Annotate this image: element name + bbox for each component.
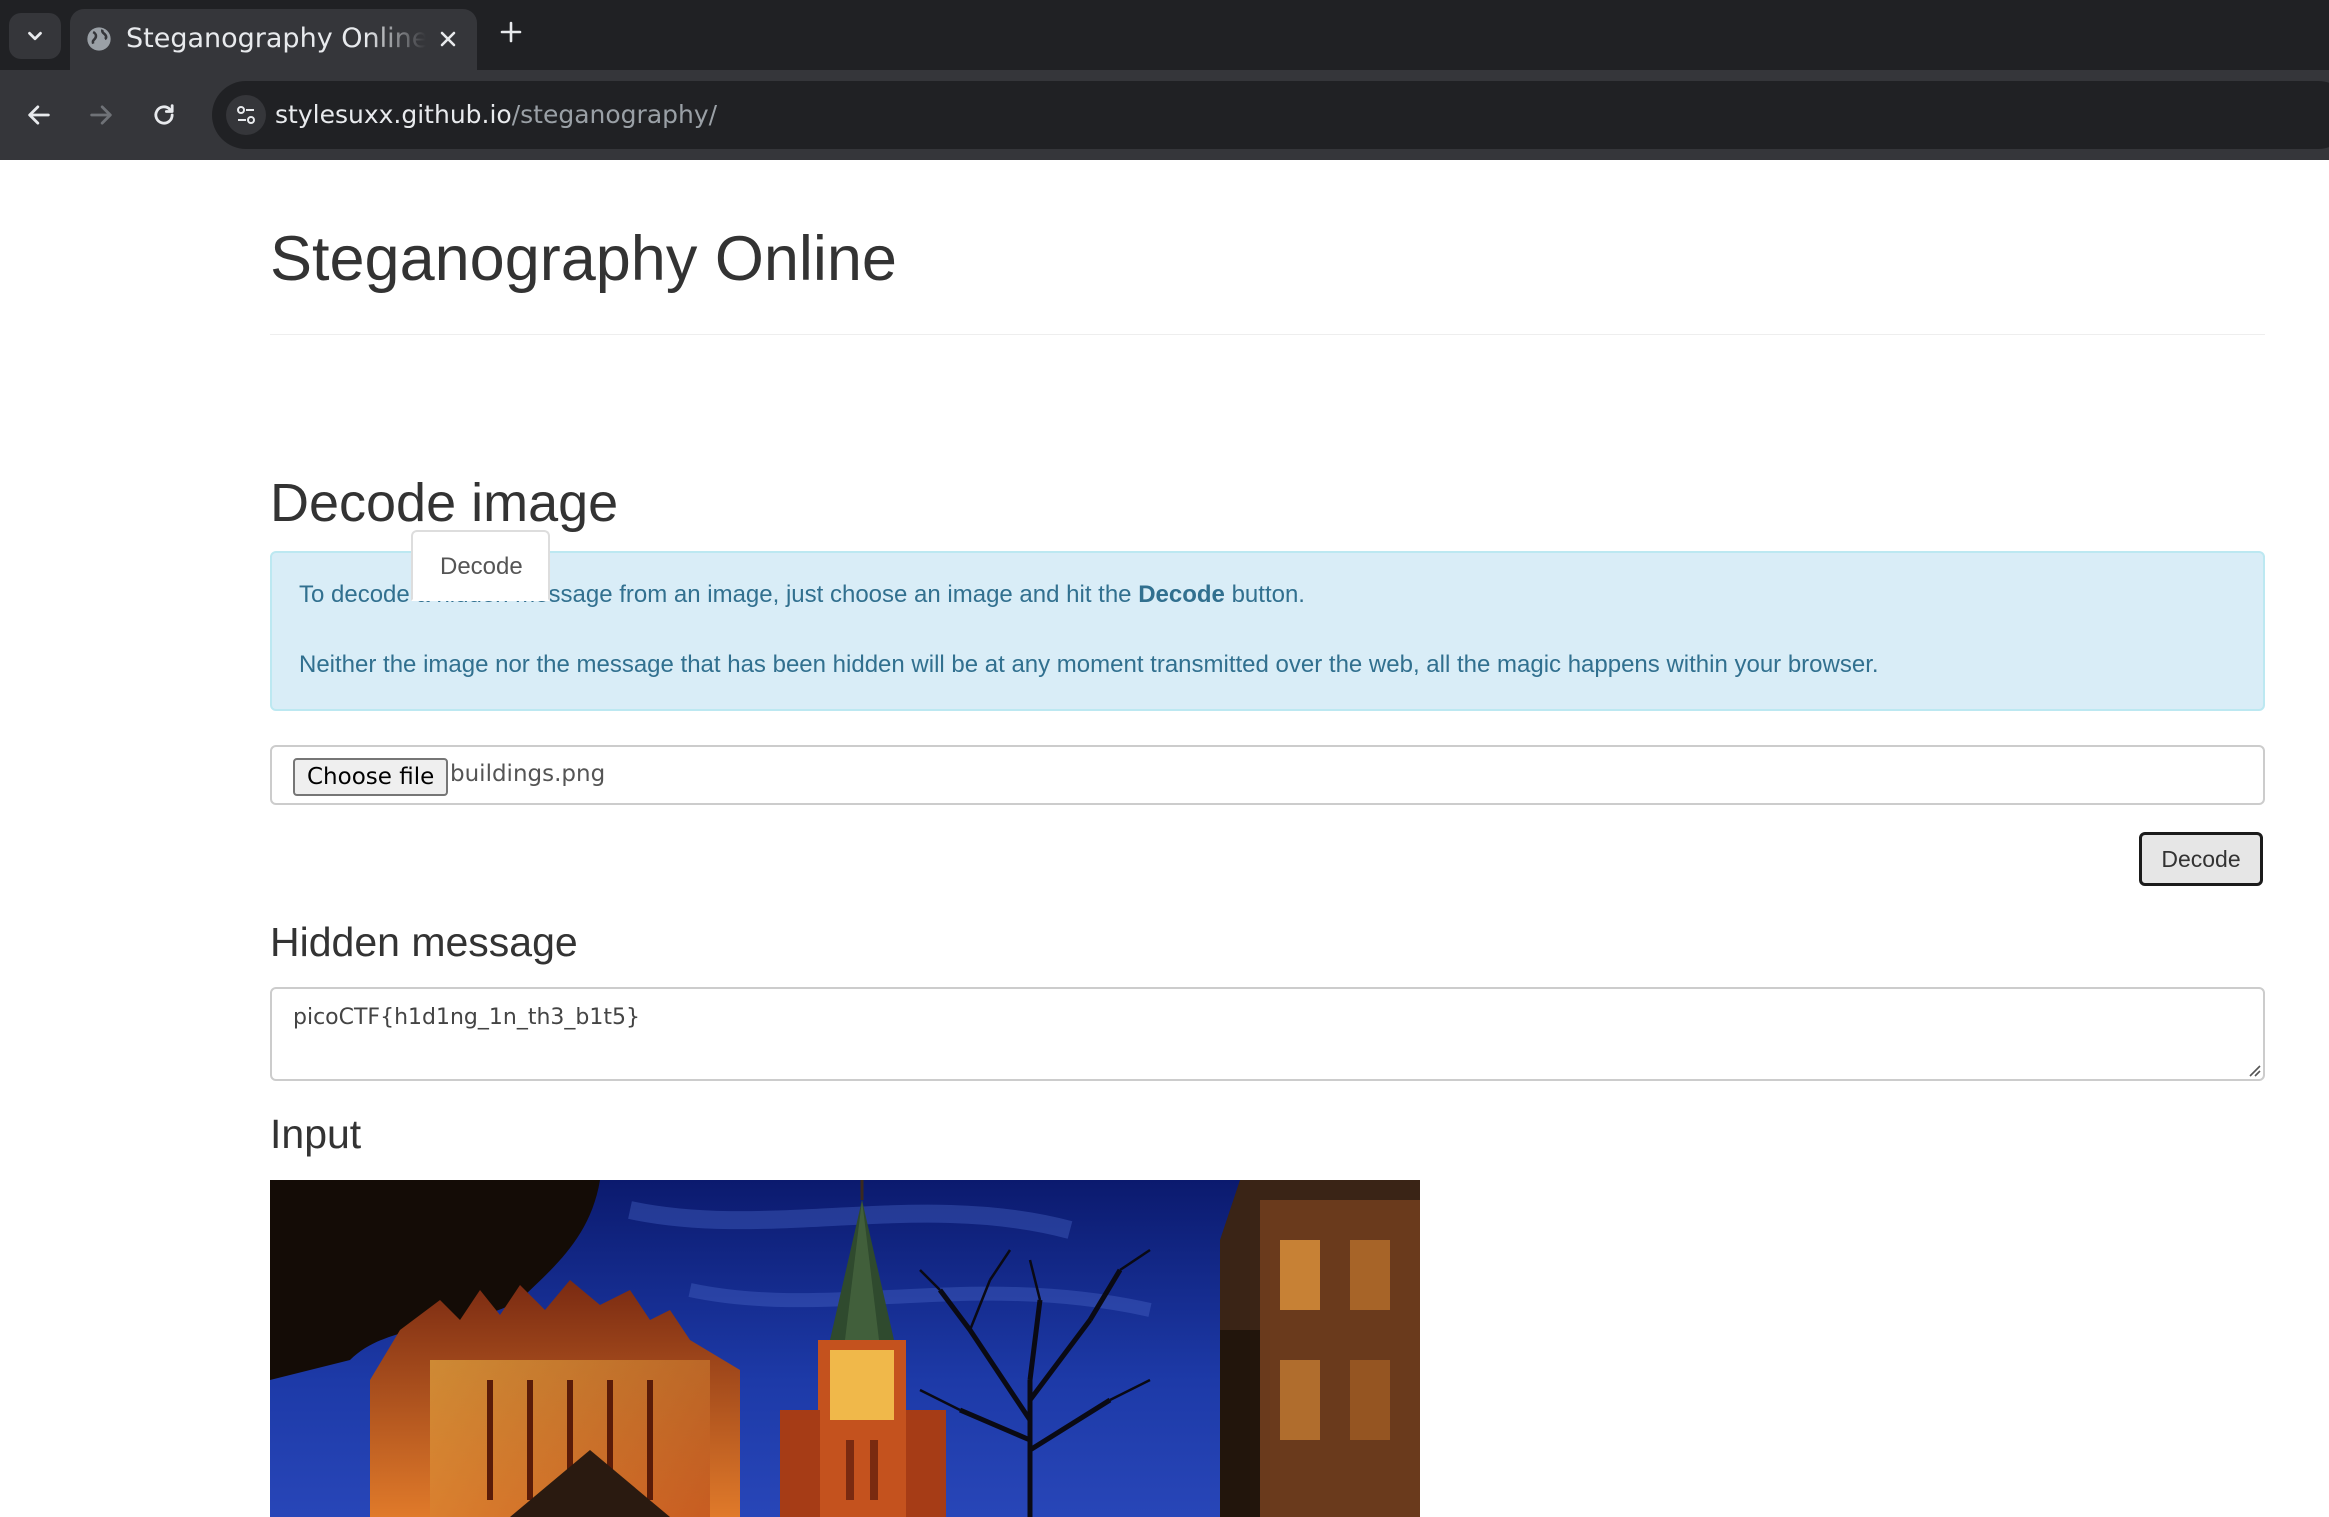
hidden-message-text: picoCTF{h1d1ng_1n_th3_b1t5} xyxy=(293,1005,640,1030)
browser-tab-active[interactable]: Steganography Online xyxy=(70,9,477,70)
title-divider xyxy=(270,334,2265,335)
back-button[interactable] xyxy=(19,95,59,135)
arrow-right-icon xyxy=(90,105,112,125)
alert-text-line2: Neither the image nor the message that h… xyxy=(299,651,1879,678)
decode-button[interactable]: Decode xyxy=(2139,832,2263,886)
page-content: Steganography Online Encode Decode Decod… xyxy=(0,160,2329,1517)
plus-icon xyxy=(500,21,522,43)
section-title: Decode image xyxy=(270,473,619,533)
close-icon xyxy=(440,31,456,47)
url-text[interactable]: stylesuxx.github.io/steganography/ xyxy=(275,97,717,133)
site-info-button[interactable] xyxy=(226,95,266,135)
address-bar[interactable]: stylesuxx.github.io/steganography/ xyxy=(212,81,2329,149)
browser-toolbar: stylesuxx.github.io/steganography/ xyxy=(0,70,2329,160)
tab-decode[interactable]: Decode xyxy=(411,530,550,601)
selected-file-name: buildings.png xyxy=(450,761,606,787)
tab-title: Steganography Online xyxy=(126,23,426,54)
reload-icon xyxy=(154,104,174,125)
reload-button[interactable] xyxy=(144,95,184,135)
url-host: stylesuxx.github.io xyxy=(275,100,512,129)
tune-icon xyxy=(237,106,255,124)
page-title: Steganography Online xyxy=(270,224,897,294)
chevron-down-icon xyxy=(28,31,42,41)
input-image xyxy=(270,1180,1420,1517)
input-title: Input xyxy=(270,1111,362,1157)
tab-search-button[interactable] xyxy=(9,13,61,59)
alert-text-after: button. xyxy=(1224,581,1305,608)
hidden-message-title: Hidden message xyxy=(270,919,578,965)
forward-button[interactable] xyxy=(81,95,121,135)
new-tab-button[interactable] xyxy=(494,15,528,49)
resize-grip-icon[interactable] xyxy=(2247,1063,2261,1077)
file-input[interactable]: Choose file buildings.png xyxy=(270,745,2265,805)
hidden-message-textarea[interactable]: picoCTF{h1d1ng_1n_th3_b1t5} xyxy=(270,987,2265,1081)
choose-file-button[interactable]: Choose file xyxy=(293,758,449,796)
info-alert: To decode a hidden message from an image… xyxy=(270,551,2265,711)
browser-tab-strip: Steganography Online xyxy=(0,0,2329,70)
alert-text-bold: Decode xyxy=(1138,581,1225,608)
url-path: /steganography/ xyxy=(511,100,718,129)
globe-icon xyxy=(87,27,111,51)
arrow-left-icon xyxy=(28,105,50,125)
night-buildings-photo xyxy=(270,1180,1420,1517)
tab-close-button[interactable] xyxy=(432,23,464,55)
